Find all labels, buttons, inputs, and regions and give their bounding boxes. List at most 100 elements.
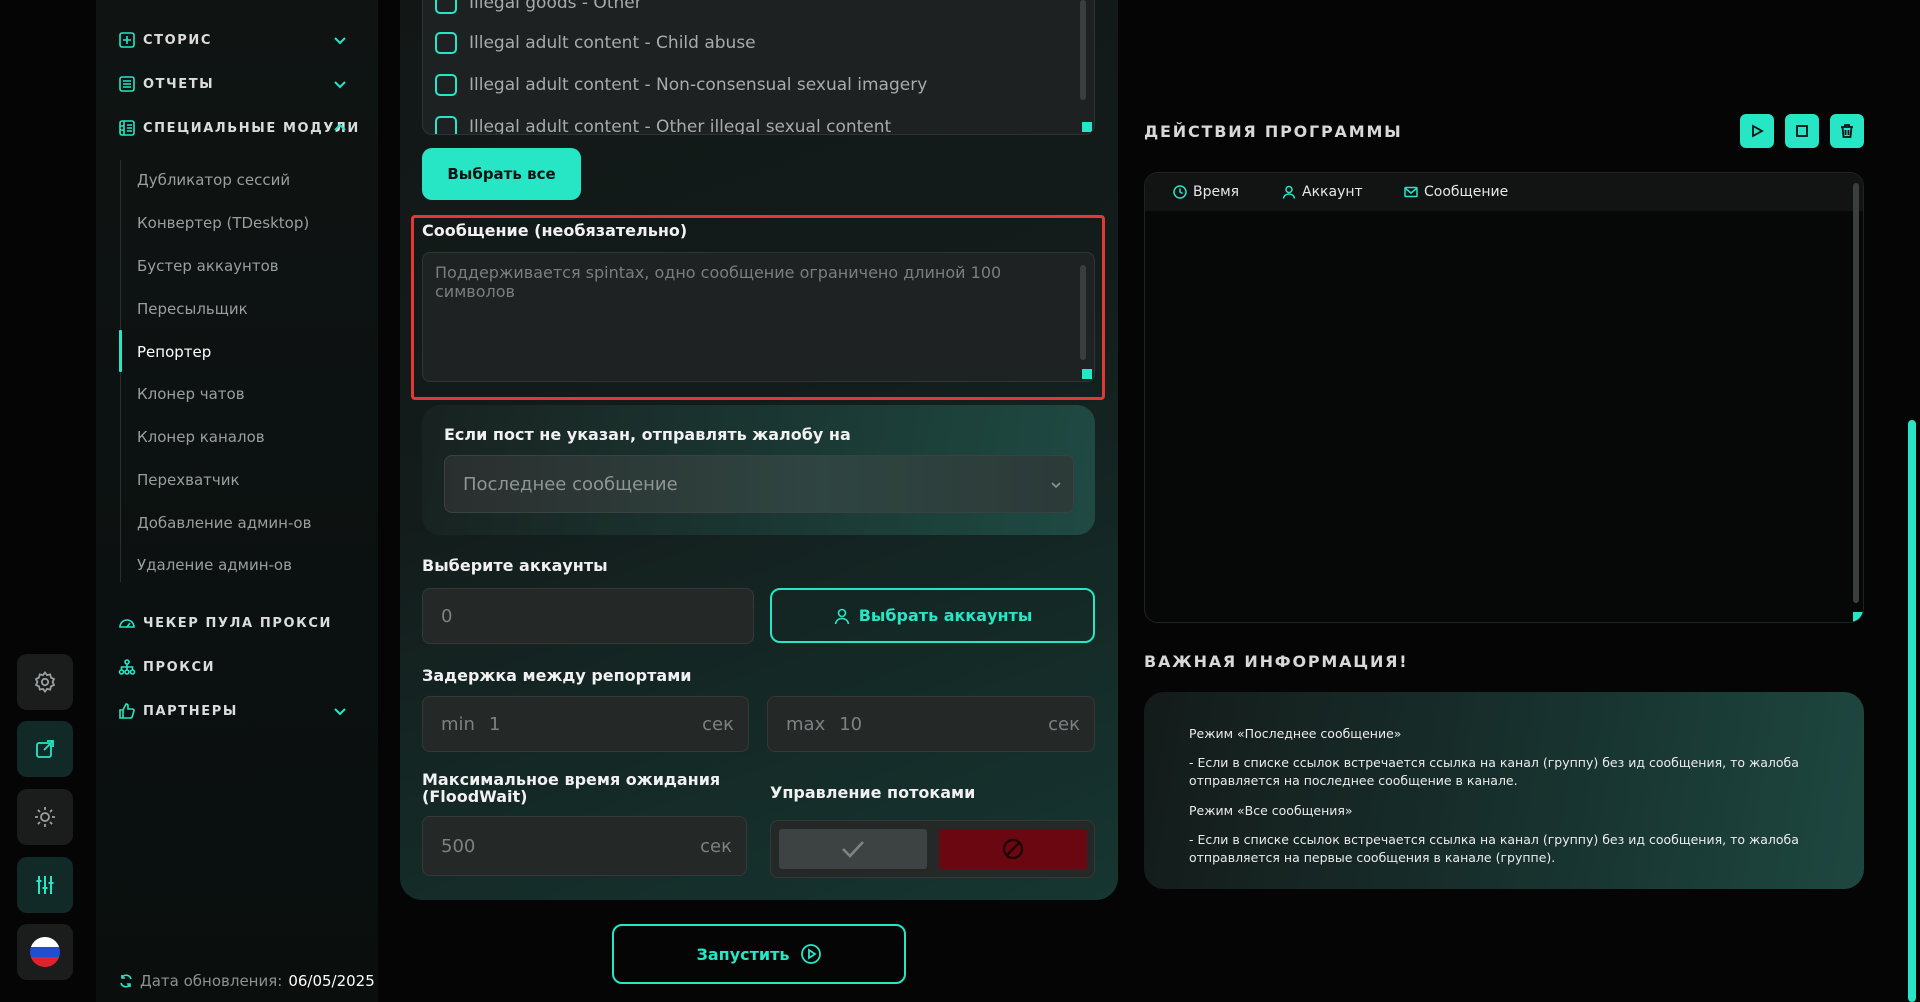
fallback-panel: Если пост не указан, отправлять жалобу н… [422,405,1095,535]
ban-icon [1002,838,1024,860]
sidebar-section-stories[interactable]: СТОРИС [118,28,368,52]
plus-square-icon [118,31,136,49]
chevron-down-icon [334,37,346,45]
resize-handle[interactable] [1082,369,1092,379]
floodwait-input[interactable]: 500 сек [422,816,747,876]
info-mode-last: Режим «Последнее сообщение» [1189,726,1402,741]
refresh-icon [120,974,132,988]
checkbox[interactable] [435,0,457,14]
sidebar-item-channel-cloner[interactable]: Клонер каналов [137,428,265,446]
threads-control [770,820,1095,878]
stop-log-button[interactable] [1785,114,1819,148]
sidebar-section-proxy[interactable]: ПРОКСИ [118,655,368,679]
checkbox[interactable] [435,74,457,96]
category-option[interactable]: Illegal adult content - Child abuse [435,32,756,54]
sidebar-item-forwarder[interactable]: Пересыльщик [137,300,248,318]
sidebar-section-proxy-checker[interactable]: ЧЕКЕР ПУЛА ПРОКСИ [118,611,368,635]
threads-disable-button[interactable] [939,829,1087,869]
sidebar-section-reports[interactable]: ОТЧЕТЫ [118,72,368,96]
select-accounts-button[interactable]: Выбрать аккаунты [770,588,1095,643]
info-mode-all-desc: - Если в списке ссылок встречается ссылк… [1189,832,1799,865]
run-button[interactable]: Запустить [612,924,906,984]
sidebar-section-partners[interactable]: ПАРТНЕРЫ [118,699,368,723]
delay-min-value: 1 [488,713,501,735]
trash-icon [1841,124,1853,138]
stop-icon [1796,125,1808,137]
theme-button[interactable] [17,789,73,845]
delay-min-input[interactable]: min 1 сек [422,696,749,752]
floodwait-label: Максимальное время ожидания (FloodWait) [422,770,721,806]
active-item-marker [119,330,122,372]
page-scrollbar[interactable] [1908,420,1916,1002]
actions-log: Время Аккаунт Сообщение [1144,172,1864,623]
info-title: ВАЖНАЯ ИНФОРМАЦИЯ! [1144,652,1409,671]
checkbox[interactable] [435,32,457,54]
delay-label: Задержка между репортами [422,666,692,685]
info-mode-last-desc: - Если в списке ссылок встречается ссылк… [1189,755,1799,788]
gauge-icon [118,614,136,632]
fallback-value: Последнее сообщение [463,473,678,495]
russia-flag-icon [30,937,60,967]
sidebar-item-interceptor[interactable]: Перехватчик [137,471,240,489]
accounts-count: 0 [441,605,453,627]
chevron-up-icon [334,123,346,131]
language-button[interactable] [17,924,73,980]
unit-label: сек [700,835,732,857]
threads-enable-button[interactable] [779,829,927,869]
gear-icon [34,671,56,693]
info-panel: Режим «Последнее сообщение» - Если в спи… [1144,692,1864,889]
log-scrollbar[interactable] [1853,183,1859,603]
sidebar-item-account-booster[interactable]: Бустер аккаунтов [137,257,279,275]
chevron-down-icon [334,81,346,89]
clear-log-button[interactable] [1830,114,1864,148]
column-message: Сообщение [1404,184,1508,200]
mail-icon [1404,186,1418,198]
resize-handle[interactable] [1853,612,1863,622]
delay-max-input[interactable]: max 10 сек [767,696,1095,752]
category-option[interactable]: Illegal adult content - Other illegal se… [435,116,891,134]
update-label: Дата обновления: [140,972,283,990]
category-option[interactable]: Illegal goods - Other [435,0,642,14]
sun-icon [35,807,55,827]
network-icon [118,658,136,676]
column-time: Время [1173,184,1239,200]
unit-label: сек [702,713,734,735]
sidebar-item-tdesktop-converter[interactable]: Конвертер (TDesktop) [137,214,309,232]
update-date: 06/05/2025 [288,972,375,990]
fallback-select[interactable]: Последнее сообщение [444,455,1074,513]
message-label: Сообщение (необязательно) [422,221,688,240]
user-icon [1282,185,1296,199]
sidebar-item-chat-cloner[interactable]: Клонер чатов [137,385,245,403]
play-circle-icon [800,944,821,964]
settings-button[interactable] [17,654,73,710]
sidebar-item-reporter[interactable]: Репортер [137,343,211,361]
user-icon [834,608,849,624]
chevron-down-icon [334,708,346,716]
resize-handle[interactable] [1082,122,1092,132]
sliders-button[interactable] [17,857,73,913]
sidebar-item-add-admins[interactable]: Добавление админ-ов [137,514,311,532]
category-list[interactable]: Illegal goods - Other Illegal adult cont… [422,0,1095,135]
message-textarea[interactable]: Поддерживается spintax, одно сообщение о… [422,252,1095,382]
external-link-icon [36,740,54,758]
play-icon [1752,124,1764,138]
list-scrollbar[interactable] [1080,0,1086,100]
category-option[interactable]: Illegal adult content - Non-consensual s… [435,74,927,96]
start-log-button[interactable] [1740,114,1774,148]
delay-max-value: 10 [839,713,863,735]
message-placeholder: Поддерживается spintax, одно сообщение о… [435,263,1002,301]
modules-icon [118,119,136,137]
checkbox[interactable] [435,116,457,134]
log-header: Время Аккаунт Сообщение [1145,173,1863,211]
sidebar-section-special-modules[interactable]: СПЕЦИАЛЬНЫЕ МОДУЛИ [118,116,368,140]
sidebar-item-session-duplicator[interactable]: Дубликатор сессий [137,171,290,189]
accounts-count-input[interactable]: 0 [422,588,754,644]
unit-label: сек [1048,713,1080,735]
sliders-icon [36,876,54,894]
textarea-scrollbar[interactable] [1080,265,1086,360]
chevron-down-icon [1051,482,1061,489]
sidebar-item-remove-admins[interactable]: Удаление админ-ов [137,556,292,574]
select-all-button[interactable]: Выбрать все [422,148,581,200]
external-link-button[interactable] [17,721,73,777]
clock-icon [1173,185,1187,199]
